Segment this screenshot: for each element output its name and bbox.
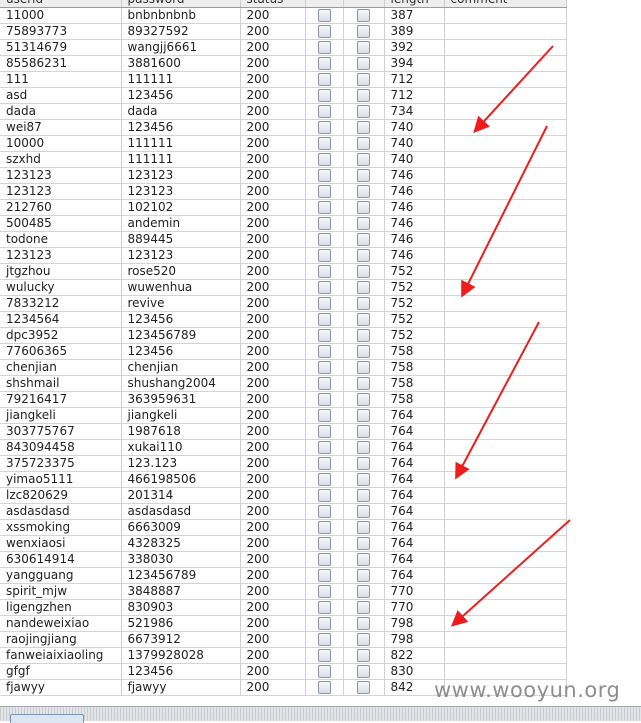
red-arrow-2 bbox=[461, 125, 548, 298]
red-arrow-4 bbox=[451, 519, 571, 627]
watermark: www.wooyun.org bbox=[434, 678, 621, 702]
red-arrow-3 bbox=[455, 321, 540, 480]
horizontal-scrollbar[interactable] bbox=[0, 706, 641, 721]
bottom-tab[interactable] bbox=[10, 714, 84, 723]
annotation-arrows bbox=[451, 45, 571, 627]
red-arrow-1 bbox=[473, 45, 554, 133]
